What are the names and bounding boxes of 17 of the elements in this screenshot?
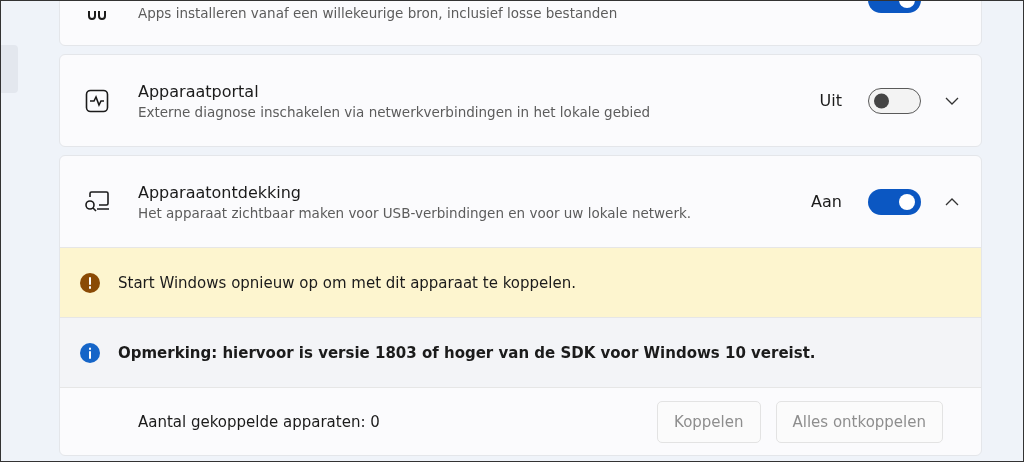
toggle-switch[interactable] (868, 87, 921, 114)
setting-title: Apparaatontdekking (138, 182, 302, 202)
warning-icon (80, 272, 100, 293)
paired-devices-count: Aantal gekoppelde apparaten: 0 (138, 412, 381, 431)
pulse-icon (85, 88, 109, 113)
setting-description: Apps installeren vanaf een willekeurige bron, inclusief losse bestanden (138, 5, 619, 21)
banner-message: Start Windows opnieuw op om met dit apparaat te koppelen. (118, 273, 576, 292)
toggle-switch[interactable] (868, 188, 921, 215)
info-icon (80, 342, 100, 363)
setting-description: Externe diagnose inschakelen via netwerkverbindingen in het lokale gebied (138, 103, 652, 120)
plug-icon (87, 11, 107, 21)
toggle-state-label: Aan (811, 192, 842, 211)
setting-title: Apparaatportal (138, 81, 260, 101)
toggle-state-label: Uit (819, 91, 842, 110)
setting-description: Het apparaat zichtbaar maken voor USB-verbindingen en voor uw lokale netwerk. (138, 204, 693, 221)
monitor-search-icon (84, 189, 110, 214)
banner-message: Opmerking: hiervoor is versie 1803 of hoger van de SDK voor Windows 10 vereist. (118, 343, 816, 362)
